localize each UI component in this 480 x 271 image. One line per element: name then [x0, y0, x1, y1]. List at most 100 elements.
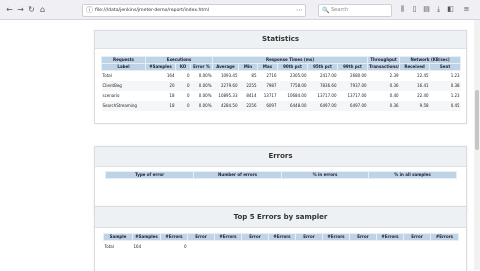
- table-cell: [377, 241, 404, 253]
- download-icon[interactable]: ⤓: [434, 4, 443, 15]
- table-row: Total 164 0: [104, 241, 459, 253]
- column-header[interactable]: #Errors: [160, 233, 188, 241]
- table-cell: 2.39: [389, 73, 399, 78]
- report-page: Statistics Requests Executions Response …: [0, 20, 480, 271]
- column-header[interactable]: Error: [187, 233, 215, 241]
- page-actions-icon[interactable]: ⋯: [296, 5, 303, 16]
- table-cell: 20: [145, 81, 176, 91]
- column-header[interactable]: Received: [399, 63, 431, 71]
- forward-arrow-icon[interactable]: →: [15, 4, 26, 15]
- column-header[interactable]: Average: [212, 63, 239, 71]
- table-cell: 1093.45: [220, 73, 238, 78]
- table-cell: 2279.60: [212, 81, 239, 91]
- errors-title: Errors: [95, 147, 466, 167]
- top5-errors-title: Top 5 Errors by sampler: [95, 207, 466, 228]
- column-header[interactable]: % in all samples: [368, 171, 457, 179]
- group-header: Requests: [101, 56, 146, 64]
- table-cell: 0.45: [429, 101, 461, 111]
- table-cell: 85: [251, 73, 257, 78]
- table-cell: 6497.00: [337, 101, 368, 111]
- library-icon[interactable]: ⫼: [398, 4, 407, 15]
- table-cell: 6497.00: [307, 101, 338, 111]
- table-cell: 164: [133, 243, 142, 249]
- statistics-title: Statistics: [95, 31, 466, 49]
- table-cell: [215, 241, 242, 253]
- column-header[interactable]: Error: [349, 233, 377, 241]
- column-header[interactable]: Min: [238, 63, 258, 71]
- search-placeholder: Search: [331, 7, 349, 13]
- group-header: Response Times (ms): [211, 56, 369, 64]
- column-header[interactable]: KO: [175, 63, 191, 71]
- table-cell: 0.36: [367, 101, 400, 111]
- table-cell: 0.00%: [198, 93, 212, 98]
- column-header[interactable]: Number of errors: [193, 171, 282, 179]
- table-cell: 6097: [257, 101, 278, 111]
- table-cell: 13717.00: [347, 93, 367, 98]
- table-cell: [431, 241, 459, 253]
- table-cell: 2305.00: [289, 73, 307, 78]
- errors-table: Type of error Number of errors % in erro…: [105, 171, 457, 179]
- search-input[interactable]: 🔍 Search: [318, 4, 392, 17]
- table-cell: 2716: [266, 73, 277, 78]
- scrollbar-thumb[interactable]: [475, 90, 479, 150]
- column-header[interactable]: Max: [257, 63, 278, 71]
- table-row: Total 164 0 0.00% 1093.45 85 2716 2305.00 2417.0…: [102, 71, 461, 82]
- column-header[interactable]: Label: [101, 63, 146, 71]
- column-header[interactable]: 99th pct: [336, 63, 369, 71]
- column-header[interactable]: % in errors: [281, 171, 369, 179]
- column-header[interactable]: 90th pct: [277, 63, 308, 71]
- column-header-row: Label #Samples KO Error % Average Min Ma…: [101, 63, 462, 71]
- table-cell: 18: [169, 93, 175, 98]
- table-cell: 0: [175, 81, 191, 91]
- column-header[interactable]: Error: [241, 233, 269, 241]
- table-cell: 0.38: [429, 81, 461, 91]
- table-cell: Total: [104, 243, 114, 249]
- column-header[interactable]: Sent: [429, 63, 462, 71]
- hamburger-menu-icon[interactable]: ≡: [462, 4, 471, 15]
- column-header[interactable]: #Errors: [430, 233, 459, 241]
- info-icon[interactable]: ⓘ: [86, 5, 93, 16]
- column-header-row: Type of error Number of errors % in erro…: [105, 171, 457, 179]
- sidebar-icon[interactable]: ▯: [410, 4, 419, 15]
- column-header[interactable]: #Samples: [132, 233, 161, 241]
- group-header-row: Requests Executions Response Times (ms) …: [101, 56, 462, 64]
- reload-icon[interactable]: ↻: [26, 4, 37, 15]
- group-header: Network (KB/sec): [399, 56, 462, 64]
- address-url[interactable]: file:///data/jenkins/jmeter-demo/report/…: [95, 5, 209, 16]
- table-cell: 0.00%: [198, 73, 212, 78]
- table-cell: 8414: [246, 93, 257, 98]
- column-header[interactable]: Type of error: [105, 171, 194, 179]
- column-header[interactable]: #Samples: [145, 63, 176, 71]
- column-header[interactable]: #Errors: [376, 233, 404, 241]
- column-header[interactable]: Sample: [103, 233, 133, 241]
- column-header[interactable]: #Errors: [268, 233, 296, 241]
- table-cell: [269, 241, 296, 253]
- table-cell: 7937.00: [337, 81, 368, 91]
- table-cell: [323, 241, 350, 253]
- column-header[interactable]: #Errors: [322, 233, 350, 241]
- search-icon: 🔍: [322, 7, 330, 14]
- reader-icon[interactable]: ▤: [422, 4, 431, 15]
- table-cell: 2680.00: [350, 73, 367, 78]
- top5-errors-panel: Top 5 Errors by sampler Sample #Samples …: [94, 206, 467, 271]
- column-header[interactable]: 95th pct: [307, 63, 338, 71]
- top5-errors-table: Sample #Samples #Errors Error #Errors Er…: [103, 233, 459, 252]
- column-header[interactable]: Error %: [190, 63, 213, 71]
- home-icon[interactable]: ⌂: [37, 4, 48, 15]
- table-cell: 16.41: [399, 81, 430, 91]
- column-header[interactable]: Transactions/s: [367, 63, 401, 71]
- extension-icon[interactable]: ◧: [446, 4, 455, 15]
- table-cell: 2417.00: [319, 73, 337, 78]
- address-bar[interactable]: ⓘ file:///data/jenkins/jmeter-demo/repor…: [82, 4, 306, 17]
- table-cell: 1.23: [450, 73, 460, 78]
- table-row: SearchStreaming 18 0 0.00% 4284.50 2256 6097 64…: [101, 101, 461, 111]
- table-cell: [296, 241, 323, 253]
- table-cell: 2255: [238, 81, 258, 91]
- table-cell: 4284.50: [212, 101, 239, 111]
- table-cell: 0: [175, 101, 191, 111]
- column-header[interactable]: Error: [295, 233, 323, 241]
- column-header[interactable]: #Errors: [214, 233, 242, 241]
- back-arrow-icon[interactable]: ←: [4, 4, 15, 15]
- column-header[interactable]: Error: [403, 233, 431, 241]
- page-scrollbar[interactable]: [474, 20, 480, 270]
